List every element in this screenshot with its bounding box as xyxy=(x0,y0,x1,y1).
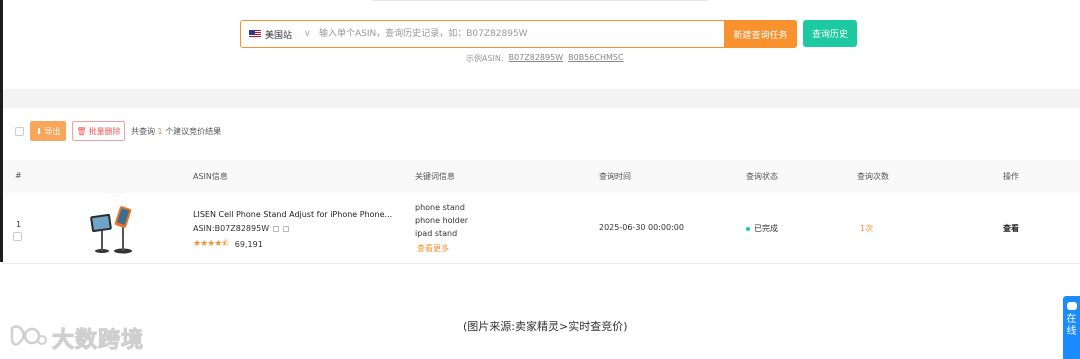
search-bar: 美国站 ∨ xyxy=(240,20,797,48)
export-button[interactable]: ⬇ 导出 xyxy=(30,121,66,141)
example-asins: 示例ASIN: B07Z82895W B0B56CHMSC xyxy=(466,53,624,64)
chat-label: 在线 xyxy=(1066,314,1077,337)
review-count: 69,191 xyxy=(234,239,263,249)
col-keyword-info: 关键词信息 xyxy=(415,172,455,181)
export-label: 导出 xyxy=(44,126,61,136)
summary-suffix: 个建议竞价结果 xyxy=(165,126,222,136)
view-more-link[interactable]: 查看更多 xyxy=(417,243,449,254)
chevron-down-icon: ∨ xyxy=(304,29,311,39)
examples-label: 示例ASIN: xyxy=(466,54,504,63)
table-row: 1 LISEN Cell Phone Stand Adjust for iPho… xyxy=(3,193,1080,264)
us-flag-icon xyxy=(249,30,261,38)
col-actions: 操作 xyxy=(1003,172,1019,181)
download-icon: ⬇ xyxy=(35,126,43,136)
new-task-button[interactable]: 新建查询任务 xyxy=(724,20,797,48)
trash-icon: 🗑 xyxy=(76,126,87,136)
chat-bubble-icon xyxy=(1066,302,1077,310)
star-rating-icon: ★★★★⯪ xyxy=(193,239,230,249)
row-index: 1 xyxy=(16,220,22,229)
col-query-count: 查询次数 xyxy=(857,172,889,181)
table-toolbar: ⬇ 导出 🗑 批量删除 共查询 1 个建议竞价结果 xyxy=(15,121,221,141)
top-divider xyxy=(372,0,708,1)
external-link-icon[interactable] xyxy=(283,225,290,232)
keyword-item: phone holder xyxy=(415,216,469,225)
view-action-link[interactable]: 查看 xyxy=(1003,223,1019,234)
asin-line: ASIN:B07Z82895W xyxy=(193,224,290,233)
example-asin-link[interactable]: B0B56CHMSC xyxy=(568,53,623,64)
select-all-checkbox[interactable] xyxy=(15,126,24,136)
col-index: # xyxy=(15,171,22,180)
watermark: 大数跨境 xyxy=(8,322,144,354)
product-title[interactable]: LISEN Cell Phone Stand Adjust for iPhone… xyxy=(193,210,408,219)
status-dot-icon xyxy=(746,226,750,231)
watermark-text: 大数跨境 xyxy=(51,328,145,354)
site-selector[interactable]: 美国站 ∨ xyxy=(249,21,311,47)
keyword-item: ipad stand xyxy=(415,229,458,238)
copy-icon[interactable] xyxy=(273,225,280,232)
batch-delete-label: 批量删除 xyxy=(88,126,121,136)
col-query-time: 查询时间 xyxy=(599,172,631,181)
asin-search-input[interactable] xyxy=(319,21,719,47)
col-asin-info: ASIN信息 xyxy=(193,172,228,181)
status-text: 已完成 xyxy=(754,224,778,233)
row-checkbox[interactable] xyxy=(13,232,22,241)
query-count: 1次 xyxy=(860,224,874,233)
image-caption: (图片来源:卖家精灵>实时查竞价) xyxy=(463,320,628,333)
rating: ★★★★⯪ 69,191 xyxy=(193,236,263,252)
summary-prefix: 共查询 xyxy=(131,126,155,136)
query-status: 已完成 xyxy=(746,223,778,234)
table-header: # ASIN信息 关键词信息 查询时间 查询状态 查询次数 操作 xyxy=(3,160,1080,193)
keyword-item: phone stand xyxy=(415,203,465,212)
asin-value: ASIN:B07Z82895W xyxy=(193,224,270,233)
result-summary: 共查询 1 个建议竞价结果 xyxy=(131,126,221,137)
product-thumbnail[interactable] xyxy=(89,201,141,255)
col-query-status: 查询状态 xyxy=(746,172,778,181)
section-divider xyxy=(3,89,1080,108)
summary-count: 1 xyxy=(157,126,163,136)
query-history-button[interactable]: 查询历史 xyxy=(803,20,857,47)
example-asin-link[interactable]: B07Z82895W xyxy=(509,53,564,64)
site-label: 美国站 xyxy=(265,30,293,41)
online-chat-widget[interactable]: 在线 xyxy=(1063,296,1080,359)
watermark-logo-icon xyxy=(10,325,47,346)
query-time: 2025-06-30 00:00:00 xyxy=(599,223,684,232)
batch-delete-button[interactable]: 🗑 批量删除 xyxy=(72,121,125,141)
